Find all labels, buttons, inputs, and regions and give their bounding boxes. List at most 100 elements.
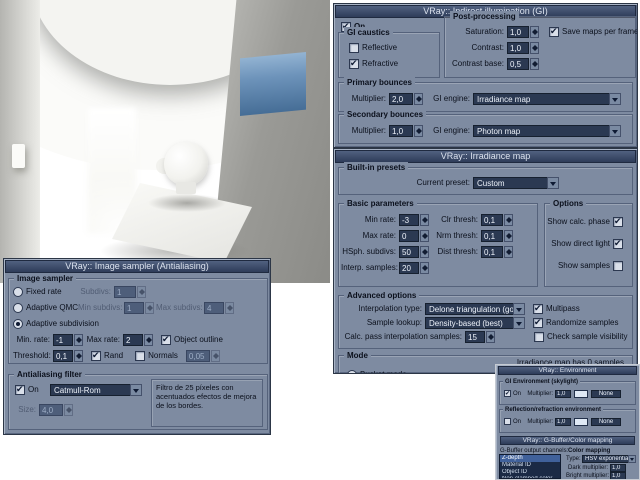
refl-env-multiplier-field[interactable]: 1,0 bbox=[555, 417, 572, 426]
chevron-down-icon[interactable] bbox=[513, 316, 525, 329]
hsph-subdivs-field[interactable]: 50 bbox=[399, 245, 419, 258]
randomize-samples-checkbox[interactable] bbox=[533, 317, 543, 328]
min-subdivs-spinner[interactable] bbox=[145, 301, 154, 314]
contrast-base-field[interactable]: 0,5 bbox=[507, 57, 529, 70]
rand-checkbox[interactable] bbox=[91, 350, 101, 361]
primary-multiplier-field[interactable]: 2,0 bbox=[389, 92, 413, 105]
save-maps-checkbox[interactable] bbox=[549, 26, 559, 37]
check-sample-visibility-checkbox[interactable] bbox=[534, 331, 544, 342]
contrast-base-spinner[interactable] bbox=[530, 57, 539, 70]
contrast-field[interactable]: 1,0 bbox=[507, 41, 529, 54]
object-outline-checkbox[interactable] bbox=[161, 334, 171, 345]
primary-bounces-group: Primary bounces Multiplier: 2,0 GI engin… bbox=[338, 77, 633, 112]
calc-pass-samples-field[interactable]: 15 bbox=[465, 330, 485, 343]
nrm-thresh-spinner[interactable] bbox=[504, 229, 513, 242]
normals-spinner[interactable] bbox=[210, 349, 220, 362]
reflective-checkbox[interactable] bbox=[349, 42, 359, 53]
nrm-thresh-field[interactable]: 0,1 bbox=[481, 229, 503, 242]
show-calc-phase-label: Show calc. phase bbox=[547, 217, 610, 226]
refl-env-color-swatch[interactable] bbox=[574, 417, 589, 426]
gbuffer-channel-item[interactable]: Material ID bbox=[500, 462, 560, 469]
reflective-label: Reflective bbox=[362, 43, 398, 52]
clr-thresh-field[interactable]: 0,1 bbox=[481, 213, 503, 226]
min-rate-field[interactable]: -1 bbox=[53, 333, 73, 346]
gi-env-map-button[interactable]: None bbox=[591, 389, 622, 398]
aa-filter-description: Filtro de 25 píxeles con acentuados efec… bbox=[151, 379, 263, 427]
interp-samples-spinner[interactable] bbox=[420, 261, 429, 274]
clr-thresh-spinner[interactable] bbox=[504, 213, 513, 226]
max-subdivs-field[interactable]: 4 bbox=[204, 301, 224, 314]
subdivs-field[interactable]: 1 bbox=[114, 285, 136, 298]
gbuffer-channels-list[interactable]: Z-depth Material ID Object ID Non-clampe… bbox=[499, 454, 561, 479]
secondary-engine-dropdown[interactable]: Photon map bbox=[473, 124, 621, 137]
threshold-spinner[interactable] bbox=[74, 349, 83, 362]
gbuffer-channel-item[interactable]: Z-depth bbox=[500, 455, 560, 462]
dist-thresh-spinner[interactable] bbox=[504, 245, 513, 258]
saturation-spinner[interactable] bbox=[530, 25, 539, 38]
gbuffer-rollout-titlebar[interactable]: VRay:: G-Buffer/Color mapping bbox=[500, 436, 635, 445]
primary-multiplier-spinner[interactable] bbox=[414, 92, 423, 105]
saturation-field[interactable]: 1,0 bbox=[507, 25, 529, 38]
aa-size-field[interactable]: 4,0 bbox=[39, 403, 63, 416]
current-preset-dropdown[interactable]: Custom bbox=[473, 176, 559, 189]
gi-env-color-swatch[interactable] bbox=[574, 389, 589, 398]
max-rate-field[interactable]: 2 bbox=[123, 333, 143, 346]
adaptive-qmc-radio[interactable] bbox=[13, 302, 23, 313]
chevron-down-icon[interactable] bbox=[513, 302, 525, 315]
primary-engine-dropdown[interactable]: Irradiance map bbox=[473, 92, 621, 105]
subdivs-spinner[interactable] bbox=[137, 285, 146, 298]
min-rate-spinner[interactable] bbox=[420, 213, 429, 226]
max-rate-field[interactable]: 0 bbox=[399, 229, 419, 242]
chevron-down-icon[interactable] bbox=[609, 124, 621, 137]
normals-checkbox[interactable] bbox=[135, 350, 146, 361]
min-rate-field[interactable]: -3 bbox=[399, 213, 419, 226]
interp-samples-field[interactable]: 20 bbox=[399, 261, 419, 274]
chevron-down-icon[interactable] bbox=[130, 383, 142, 396]
secondary-multiplier-field[interactable]: 1,0 bbox=[389, 124, 413, 137]
max-subdivs-spinner[interactable] bbox=[225, 301, 234, 314]
max-rate-spinner[interactable] bbox=[420, 229, 429, 242]
sample-lookup-dropdown[interactable]: Density-based (best) bbox=[425, 316, 525, 329]
gi-env-multiplier-field[interactable]: 1,0 bbox=[555, 389, 572, 398]
adaptive-subdivision-radio[interactable] bbox=[13, 318, 23, 329]
aa-filter-dropdown[interactable]: Catmull-Rom bbox=[50, 383, 142, 396]
refractive-checkbox[interactable] bbox=[349, 58, 359, 69]
hsph-subdivs-spinner[interactable] bbox=[420, 245, 429, 258]
show-calc-phase-checkbox[interactable] bbox=[613, 216, 623, 227]
refl-env-multiplier-label: Multiplier: bbox=[527, 418, 554, 425]
fixed-rate-radio[interactable] bbox=[13, 286, 23, 297]
multipass-checkbox[interactable] bbox=[533, 303, 543, 314]
bucket-mode-radio[interactable] bbox=[347, 369, 357, 373]
aa-filter-description-text: Filtro de 25 píxeles con acentuados efec… bbox=[156, 383, 257, 410]
lamp-base bbox=[176, 182, 196, 194]
show-direct-light-checkbox[interactable] bbox=[613, 238, 623, 249]
normals-field[interactable]: 0,05 bbox=[185, 349, 210, 362]
gbuffer-channel-item[interactable]: Object ID bbox=[500, 469, 560, 476]
max-rate-spinner[interactable] bbox=[144, 333, 153, 346]
secondary-engine-label: GI engine: bbox=[433, 126, 470, 135]
calc-pass-samples-spinner[interactable] bbox=[486, 330, 495, 343]
gi-env-on-checkbox[interactable] bbox=[504, 390, 511, 397]
gbuffer-channel-item[interactable]: Non-clamped color bbox=[500, 476, 560, 478]
chevron-down-icon[interactable] bbox=[609, 92, 621, 105]
refl-env-map-button[interactable]: None bbox=[591, 417, 622, 426]
secondary-multiplier-spinner[interactable] bbox=[414, 124, 423, 137]
dist-thresh-field[interactable]: 0,1 bbox=[481, 245, 503, 258]
threshold-field[interactable]: 0,1 bbox=[53, 349, 73, 362]
min-rate-spinner[interactable] bbox=[74, 333, 83, 346]
image-sampler-rollout-titlebar[interactable]: VRay:: Image sampler (Antialiasing) bbox=[5, 260, 269, 273]
cm-type-dropdown[interactable]: HSV exponential bbox=[582, 454, 636, 463]
advanced-options-group: Advanced options Interpolation type: Del… bbox=[338, 290, 633, 349]
aa-size-spinner[interactable] bbox=[64, 403, 73, 416]
environment-rollout-titlebar[interactable]: VRay:: Environment bbox=[498, 366, 637, 375]
interpolation-type-dropdown[interactable]: Delone triangulation (good/ex bbox=[425, 302, 525, 315]
aa-on-label: On bbox=[28, 385, 39, 394]
contrast-spinner[interactable] bbox=[530, 41, 539, 54]
show-samples-checkbox[interactable] bbox=[613, 260, 623, 271]
min-subdivs-field[interactable]: 1 bbox=[124, 301, 144, 314]
aa-on-checkbox[interactable] bbox=[15, 384, 25, 395]
chevron-down-icon[interactable] bbox=[547, 176, 559, 189]
refl-env-on-checkbox[interactable] bbox=[504, 418, 511, 425]
check-sample-visibility-label: Check sample visibility bbox=[547, 332, 628, 341]
chevron-down-icon[interactable] bbox=[628, 454, 636, 463]
